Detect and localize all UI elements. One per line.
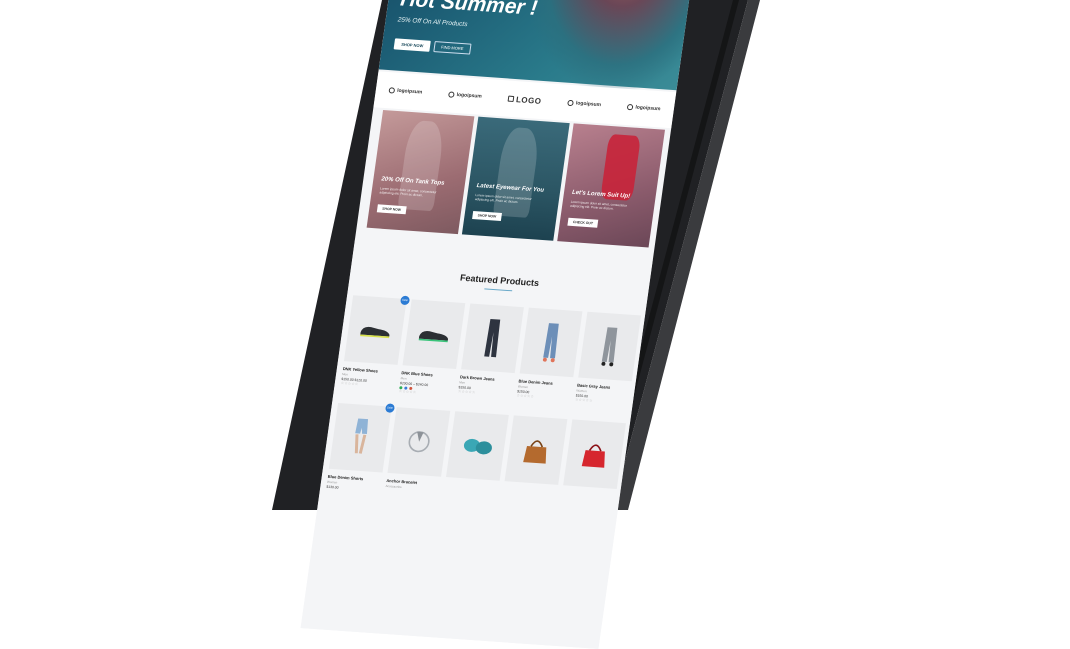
product-card[interactable]: Sale! Blue Denim Shorts Women $130.00 (326, 402, 396, 493)
promo-shop-now-button[interactable]: SHOP NOW (376, 204, 407, 215)
product-image (519, 307, 583, 378)
product-grid: Sale! DNK Yellow Shoes Men $150.00 $120.… (326, 295, 642, 509)
product-image (446, 411, 509, 481)
featured-products-section: Featured Products Sale! DNK Yellow Shoes… (300, 238, 653, 649)
promo-handbag-image (600, 133, 642, 201)
jeans-icon (542, 323, 559, 363)
product-image (563, 419, 626, 490)
product-card[interactable]: DNK Blue Shoes Men $200.00 – $240.00 ☆☆☆… (399, 299, 466, 397)
product-card[interactable] (443, 411, 509, 501)
product-image (402, 299, 466, 369)
product-image (387, 407, 451, 477)
product-image: Sale! (343, 295, 411, 365)
circle-logo-icon (567, 99, 575, 107)
shop-now-button[interactable]: SHOP NOW (393, 38, 431, 52)
hero-subtitle: 25% Off On All Products (397, 16, 468, 29)
sale-badge: Sale! (384, 403, 396, 413)
promo-check-out-button[interactable]: CHECK OUT (567, 217, 599, 228)
shoe-icon (359, 327, 390, 339)
title-underline (484, 288, 513, 292)
shoe-icon (418, 331, 448, 343)
promo-card[interactable]: Latest Eyewear For You Lorem ipsum dolor… (461, 116, 570, 241)
shorts-icon (354, 418, 368, 454)
product-card[interactable]: Basic Gray Jeans Women $150.00 ☆☆☆☆☆ (574, 311, 642, 410)
brand-logo: logoipsum (627, 103, 661, 112)
product-image (578, 311, 642, 382)
brand-logo: logoipsum (388, 87, 423, 96)
product-card[interactable]: Blue Denim Jeans Women $150.00 ☆☆☆☆☆ (516, 307, 583, 406)
handbag-icon (581, 444, 605, 468)
product-image (461, 303, 524, 374)
square-logo-icon (507, 95, 515, 103)
promo-card[interactable]: 20% Off On Tank Tops Lorem ipsum dolor s… (366, 109, 475, 235)
product-card[interactable] (502, 415, 568, 505)
handbag-icon (522, 440, 547, 464)
promo-shop-now-button[interactable]: SHOP NOW (472, 210, 502, 221)
circle-logo-icon (388, 87, 396, 94)
product-card[interactable]: Anchor Bracelet Accessories (385, 407, 451, 497)
find-more-button[interactable]: FIND MORE (433, 41, 472, 55)
jeans-icon (483, 319, 501, 358)
beads-icon (463, 439, 492, 455)
drop-logo-icon (448, 91, 456, 98)
brand-logo: logoipsum (448, 91, 482, 100)
sale-badge: Sale! (399, 295, 411, 306)
promo-text: Lorem ipsum dolor sit amet, consectetur … (569, 199, 628, 211)
product-card[interactable]: Dark Brown Jeans Men $150.00 ☆☆☆☆☆ (457, 303, 524, 401)
flower-logo-icon (627, 103, 634, 111)
product-card[interactable]: Sale! DNK Yellow Shoes Men $150.00 $120.… (340, 295, 411, 393)
product-card[interactable] (560, 419, 626, 509)
promo-banners: 20% Off On Tank Tops Lorem ipsum dolor s… (366, 109, 665, 248)
brand-logo: logoipsum (567, 99, 601, 108)
brand-logo: LOGO (507, 94, 542, 105)
hero-buttons: SHOP NOW FIND MORE (393, 38, 472, 55)
product-image (504, 415, 568, 485)
section-title: Featured Products (459, 272, 540, 289)
bracelet-icon (408, 431, 430, 453)
jeans-icon (601, 327, 618, 367)
promo-card[interactable]: Let's Lorem Suit Up! Lorem ipsum dolor s… (557, 123, 665, 248)
product-image: Sale! (328, 402, 396, 473)
